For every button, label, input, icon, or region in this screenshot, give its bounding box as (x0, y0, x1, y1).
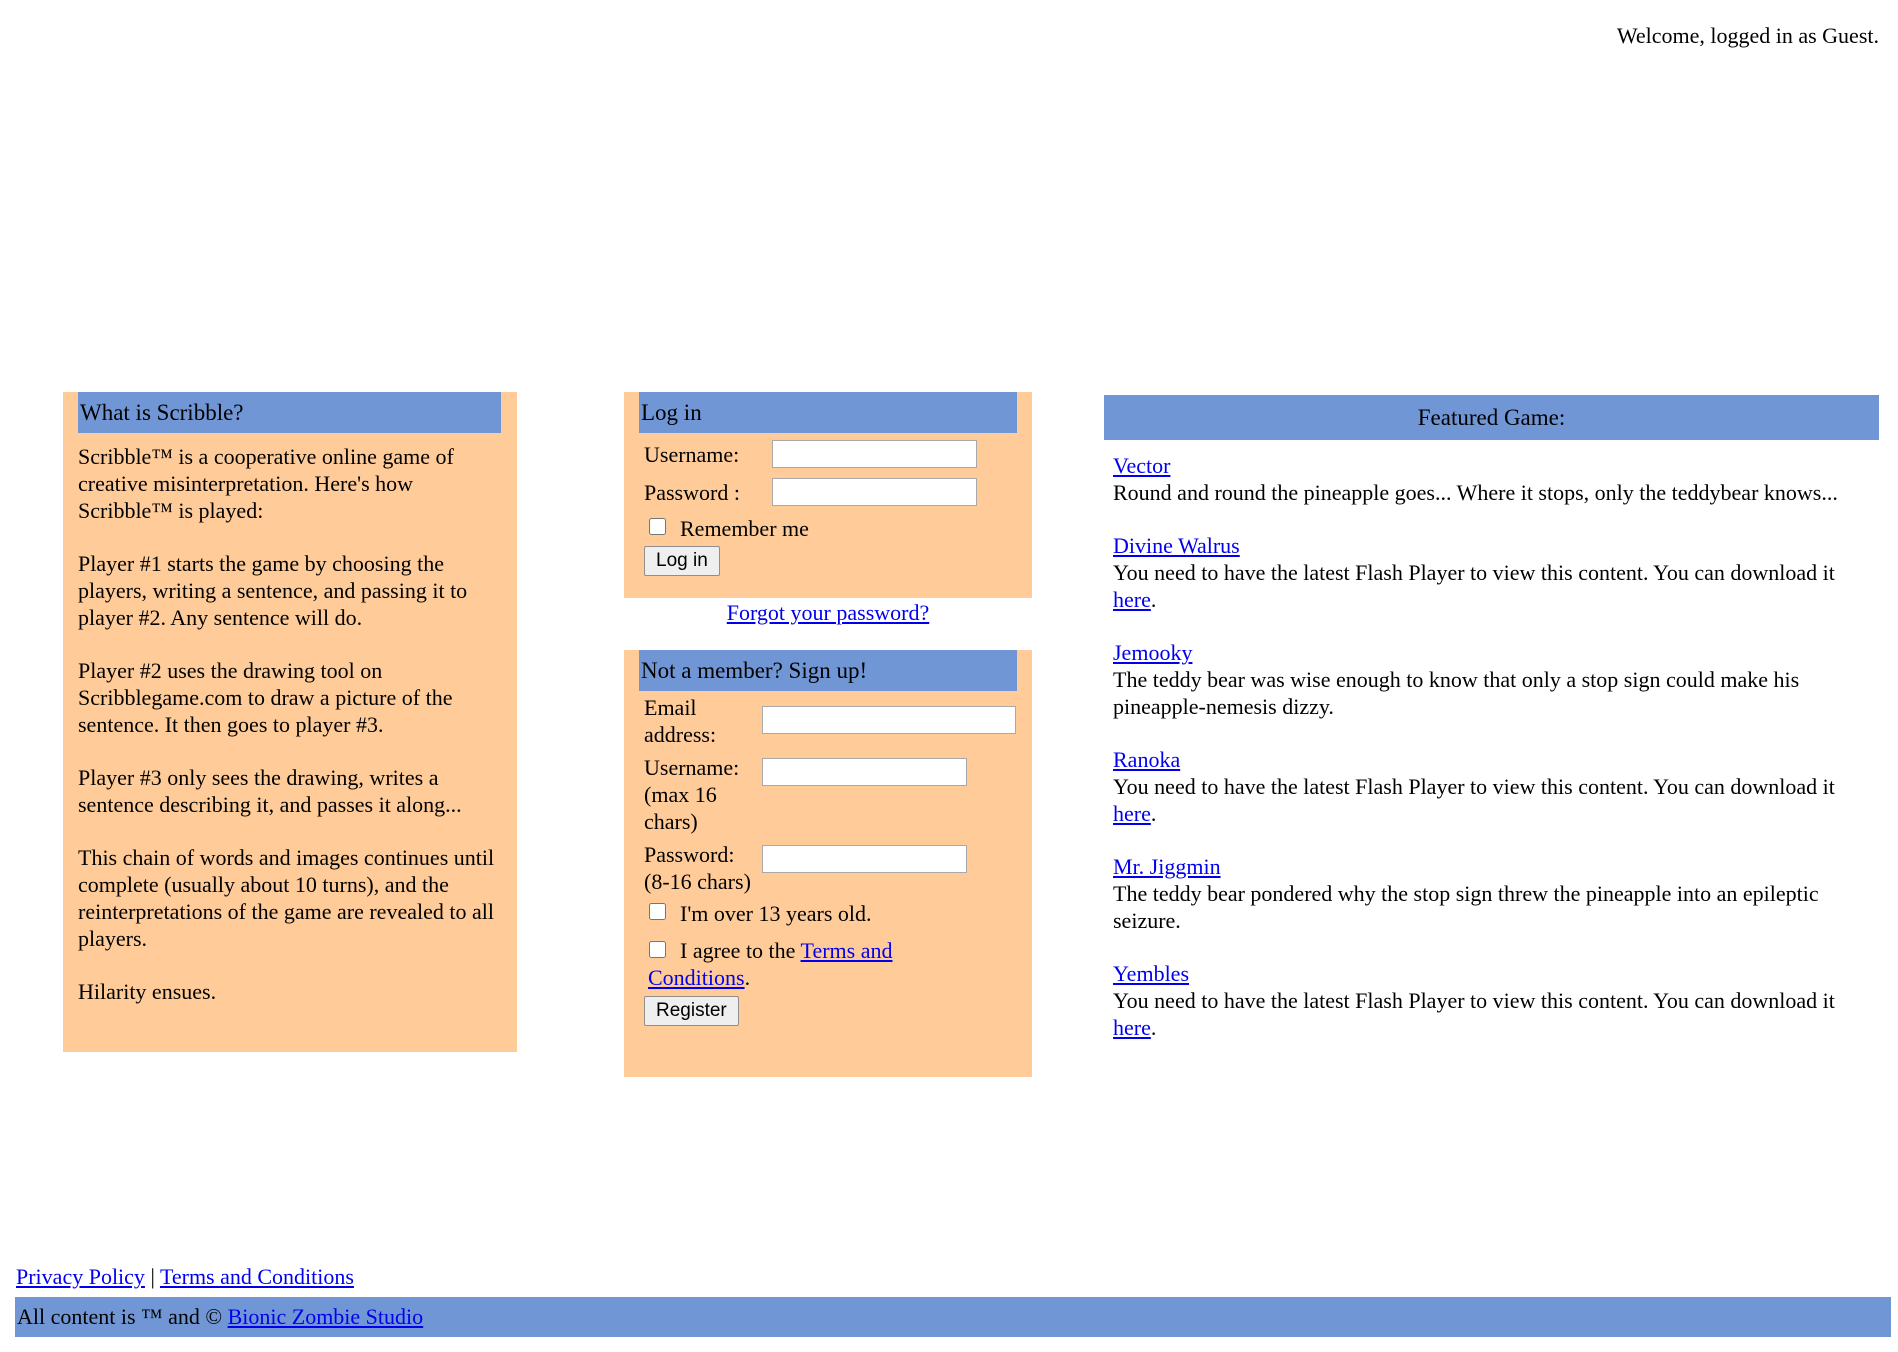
game-link-ranoka[interactable]: Ranoka (1113, 747, 1180, 772)
about-paragraph: This chain of words and images continues… (78, 845, 495, 951)
about-title: What is Scribble? (78, 392, 501, 433)
footer-separator: | (150, 1264, 155, 1289)
game-link-divine-walrus[interactable]: Divine Walrus (1113, 533, 1240, 558)
login-username-label: Username: (644, 441, 740, 467)
signup-password-label: Password: (8-16 chars) (644, 842, 751, 894)
copyright-text: All content is ™ and © (17, 1304, 228, 1329)
game-link-yembles[interactable]: Yembles (1113, 961, 1189, 986)
featured-game-item: Divine Walrus You need to have the lates… (1113, 532, 1869, 613)
game-description: The teddy bear was wise enough to know t… (1113, 667, 1800, 719)
game-description: The teddy bear pondered why the stop sig… (1113, 881, 1819, 933)
age-label: I'm over 13 years old. (680, 900, 872, 926)
about-paragraph: Player #3 only sees the drawing, writes … (78, 765, 462, 817)
flash-text: You need to have the latest Flash Player… (1113, 774, 1835, 799)
age-checkbox[interactable] (649, 902, 666, 920)
login-password-input[interactable] (772, 478, 977, 506)
featured-game-item: Jemooky The teddy bear was wise enough t… (1113, 639, 1869, 720)
flash-suffix: . (1150, 587, 1157, 612)
flash-download-link[interactable]: here (1113, 801, 1151, 826)
login-password-label: Password : (644, 479, 740, 505)
signup-email-label: Email address: (644, 695, 717, 747)
game-link-jemooky[interactable]: Jemooky (1113, 640, 1192, 665)
remember-me-checkbox[interactable] (649, 517, 666, 535)
flash-download-link[interactable]: here (1113, 1015, 1151, 1040)
agree-terms-text: I agree to the Terms and Conditions. (648, 937, 928, 991)
remember-me-label: Remember me (680, 515, 809, 541)
featured-title: Featured Game: (1104, 395, 1879, 440)
login-title: Log in (639, 392, 1017, 433)
about-paragraph: Hilarity ensues. (78, 979, 217, 1004)
game-link-vector[interactable]: Vector (1113, 453, 1170, 478)
welcome-message: Welcome, logged in as Guest. (1616, 23, 1879, 48)
login-panel: Log in Username: Password : Remember me … (624, 392, 1032, 598)
forgot-password-container: Forgot your password? (624, 598, 1032, 632)
agree-suffix: . (744, 965, 751, 990)
forgot-password-link[interactable]: Forgot your password? (727, 600, 929, 625)
game-link-mr-jiggmin[interactable]: Mr. Jiggmin (1113, 854, 1221, 879)
register-button[interactable]: Register (644, 996, 739, 1026)
about-paragraph: Player #2 uses the drawing tool on Scrib… (78, 658, 453, 737)
flash-suffix: . (1150, 801, 1157, 826)
flash-notice: You need to have the latest Flash Player… (1113, 773, 1869, 827)
featured-game-item: Yembles You need to have the latest Flas… (1113, 960, 1869, 1041)
login-username-input[interactable] (772, 440, 977, 468)
game-description: Round and round the pineapple goes... Wh… (1113, 480, 1838, 505)
about-paragraph: Scribble™ is a cooperative online game o… (78, 444, 454, 523)
signup-email-input[interactable] (762, 706, 1016, 734)
login-button[interactable]: Log in (644, 546, 720, 576)
about-panel: What is Scribble? Scribble™ is a coopera… (63, 392, 517, 1052)
signup-password-input[interactable] (762, 845, 967, 873)
flash-download-link[interactable]: here (1113, 587, 1151, 612)
signup-panel: Not a member? Sign up! Email address: Us… (624, 650, 1032, 1077)
featured-game-item: Mr. Jiggmin The teddy bear pondered why … (1113, 853, 1869, 934)
footer-terms-link[interactable]: Terms and Conditions (160, 1264, 354, 1289)
signup-username-input[interactable] (762, 758, 967, 786)
flash-text: You need to have the latest Flash Player… (1113, 560, 1835, 585)
footer-copyright-bar: All content is ™ and © Bionic Zombie Stu… (15, 1297, 1891, 1337)
featured-panel: Featured Game: Vector Round and round th… (1104, 395, 1879, 1067)
footer-links: Privacy Policy | Terms and Conditions (16, 1263, 354, 1290)
privacy-policy-link[interactable]: Privacy Policy (16, 1264, 145, 1289)
signup-username-label: Username: (max 16 chars) (644, 755, 740, 834)
featured-game-item: Vector Round and round the pineapple goe… (1113, 452, 1869, 506)
flash-notice: You need to have the latest Flash Player… (1113, 559, 1869, 613)
flash-text: You need to have the latest Flash Player… (1113, 988, 1835, 1013)
featured-game-item: Ranoka You need to have the latest Flash… (1113, 746, 1869, 827)
flash-notice: You need to have the latest Flash Player… (1113, 987, 1869, 1041)
signup-title: Not a member? Sign up! (639, 650, 1017, 691)
studio-link[interactable]: Bionic Zombie Studio (228, 1304, 424, 1329)
about-paragraph: Player #1 starts the game by choosing th… (78, 551, 468, 630)
agree-prefix: I agree to the (680, 938, 801, 963)
flash-suffix: . (1150, 1015, 1157, 1040)
